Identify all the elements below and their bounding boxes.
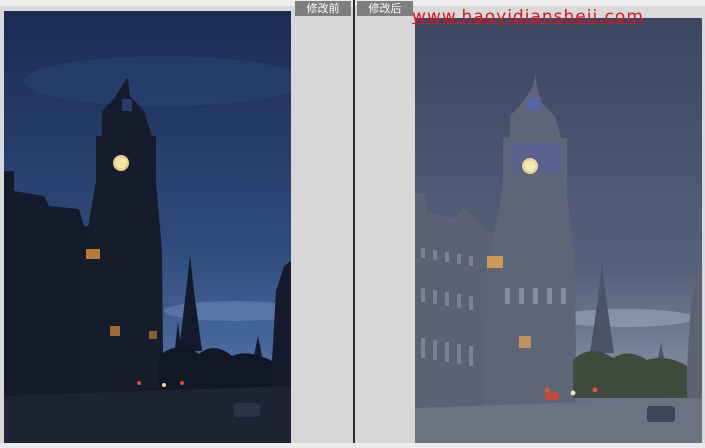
bottom-strip <box>0 443 705 448</box>
before-label: 修改前 <box>295 1 351 16</box>
before-right-panel <box>291 16 353 443</box>
after-left-panel <box>355 16 415 443</box>
after-label: 修改后 <box>357 1 413 16</box>
site-watermark: www.haoyidiansheji.com <box>412 7 644 27</box>
after-photo <box>415 18 702 443</box>
before-photo <box>4 11 291 443</box>
